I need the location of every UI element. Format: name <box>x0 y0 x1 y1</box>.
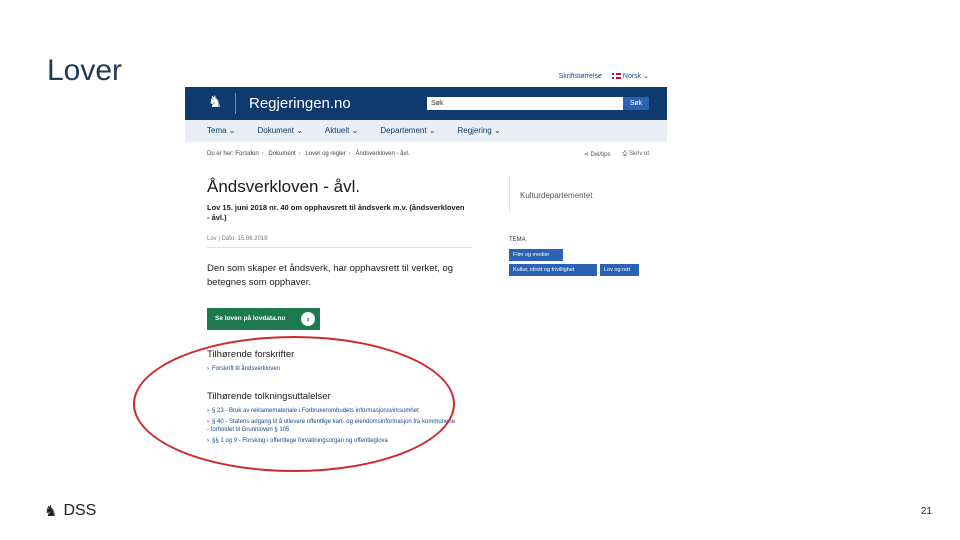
document-meta: Lov | Dato: 15.06.2018 <box>207 236 268 242</box>
chevron-right-icon: › <box>301 312 315 326</box>
font-size-link[interactable]: Skriftstørrelse <box>559 73 602 80</box>
lovdata-button[interactable]: Se loven på lovdata.no › <box>207 308 320 330</box>
intro-text: Den som skaper et åndsverk, har opphavsr… <box>207 263 454 288</box>
main-nav: Tema ⌄ Dokument ⌄ Aktuelt ⌄ Departement … <box>185 120 667 142</box>
dss-logo: ♞ DSS <box>44 502 97 520</box>
tema-label: TEMA <box>509 237 526 243</box>
print-link[interactable]: ⎙ Skriv ut <box>623 151 649 158</box>
header-divider <box>235 93 236 114</box>
top-utility-bar: Skriftstørrelse Norsk ⌄ <box>559 72 649 81</box>
page-number: 21 <box>920 506 932 517</box>
site-header: ♞ Regjeringen.no Søk Søk <box>185 87 667 120</box>
lion-icon: ♞ <box>44 503 58 520</box>
divider <box>207 247 472 248</box>
norway-flag-icon <box>611 73 621 80</box>
breadcrumb-current: Åndsverkloven - åvl. <box>355 151 410 157</box>
page-subtitle: Lov 15. juni 2018 nr. 40 om opphavsrett … <box>207 203 465 222</box>
page-title: Åndsverkloven - åvl. <box>207 177 361 196</box>
slide-title: Lover <box>47 54 123 87</box>
coat-of-arms-icon[interactable]: ♞ <box>205 93 225 113</box>
share-link[interactable]: ⋖ Del/tips <box>584 151 611 158</box>
breadcrumb-lover[interactable]: Lover og regler <box>305 151 345 157</box>
language-switch[interactable]: Norsk ⌄ <box>611 72 649 80</box>
breadcrumb-dokument[interactable]: Dokument <box>268 151 295 157</box>
site-brand[interactable]: Regjeringen.no <box>249 95 351 112</box>
breadcrumb: Du er her: Forsiden › Dokument › Lover og … <box>207 151 410 157</box>
search-button[interactable]: Søk <box>623 97 649 110</box>
tag-kultur-idrett[interactable]: Kultur, idrett og frivillighet <box>509 264 597 276</box>
annotation-circle <box>133 336 455 472</box>
page-tools: ⋖ Del/tips ⎙ Skriv ut <box>584 151 649 158</box>
breadcrumb-prefix: Du er her: <box>207 151 234 157</box>
search-input[interactable]: Søk <box>427 97 623 110</box>
nav-item-regjering[interactable]: Regjering ⌄ <box>436 120 512 142</box>
department-link[interactable]: Kulturdepartementet <box>520 191 593 200</box>
nav-item-departement[interactable]: Departement ⌄ <box>358 120 446 142</box>
chevron-down-icon: ⌄ <box>643 73 649 80</box>
tag-lov-og-rett[interactable]: Lov og rett <box>600 264 639 276</box>
tag-film-og-medier[interactable]: Film og medier <box>509 249 563 261</box>
breadcrumb-home[interactable]: Forsiden <box>235 151 258 157</box>
department-box: Kulturdepartementet <box>509 177 652 212</box>
